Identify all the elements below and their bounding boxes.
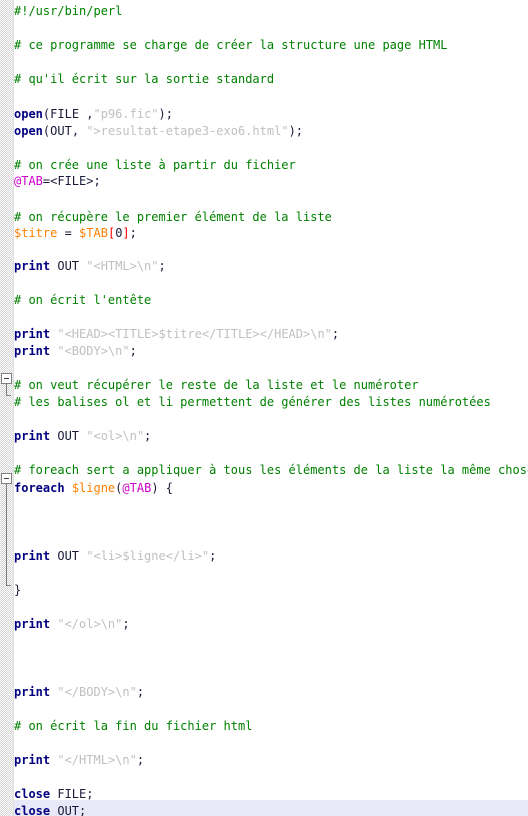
fold-bracket-line <box>6 384 7 395</box>
code-text-area[interactable]: #!/usr/bin/perl # ce programme se charge… <box>14 0 528 816</box>
token-kw: open <box>14 107 43 121</box>
code-line[interactable]: # ce programme se charge de créer la str… <box>14 34 447 57</box>
token-sc: $TAB <box>79 226 108 240</box>
token-arr: @TAB <box>14 174 43 188</box>
token-pl: ; <box>144 429 152 443</box>
token-str: "<ol>\n" <box>86 429 145 443</box>
code-line[interactable]: print "</HTML>\n"; <box>14 749 144 772</box>
token-pl: ; <box>129 226 137 240</box>
fold-margin-gutter[interactable] <box>0 0 13 816</box>
fold-foreach-block[interactable] <box>1 473 12 484</box>
token-str: ">resultat-etape3-exo6.html" <box>86 124 289 138</box>
token-pl: ; <box>209 549 217 563</box>
token-str: "<li>$ligne</li>" <box>86 549 210 563</box>
code-editor[interactable]: #!/usr/bin/perl # ce programme se charge… <box>0 0 528 816</box>
token-kw: close <box>14 804 51 816</box>
code-line[interactable]: # qu'il écrit sur la sortie standard <box>14 68 274 91</box>
token-str: "</ol>\n" <box>57 617 123 631</box>
token-pl: ); <box>158 107 173 121</box>
token-cm: # qu'il écrit sur la sortie standard <box>14 72 275 86</box>
code-line[interactable]: $titre = $TAB[0]; <box>14 222 137 245</box>
token-str: "</HTML>\n" <box>57 753 137 767</box>
token-sc: $ligne <box>71 481 116 495</box>
token-pl: = <box>57 226 80 240</box>
token-pl: ) { <box>151 481 173 495</box>
code-line[interactable]: print OUT "<li>$ligne</li>"; <box>14 545 216 568</box>
token-pl: OUT <box>50 549 87 563</box>
token-arr: @TAB <box>122 481 152 495</box>
token-str: "<BODY>\n" <box>57 344 130 358</box>
token-pl: ; <box>136 753 145 767</box>
token-str: "<HEAD><TITLE>$titre</TITLE></HEAD>\n" <box>57 327 332 341</box>
token-br: ] <box>122 226 130 240</box>
token-pl: } <box>14 583 22 597</box>
token-pl: ); <box>288 124 304 138</box>
token-cm: # on veut récupérer le reste de la liste… <box>14 378 419 392</box>
token-pl: =<FILE>; <box>42 174 101 188</box>
token-pl: ; <box>158 259 166 273</box>
token-kw: print <box>14 549 51 563</box>
code-line[interactable]: print "</ol>\n"; <box>14 613 130 636</box>
token-pl: OUT; <box>50 804 87 816</box>
token-kw: print <box>14 327 51 341</box>
token-kw: print <box>14 344 51 358</box>
token-pl: FILE , <box>50 107 94 121</box>
token-kw: print <box>14 429 51 443</box>
token-kw: close <box>14 787 51 801</box>
token-cm: #!/usr/bin/perl <box>14 4 123 18</box>
token-pl: ; <box>122 617 130 631</box>
token-str: "</BODY>\n" <box>57 685 137 699</box>
token-cm: # on écrit la fin du fichier html <box>14 719 253 733</box>
token-pl: FILE; <box>50 787 94 801</box>
code-line[interactable]: foreach $ligne(@TAB) { <box>14 477 173 500</box>
token-kw: print <box>14 753 51 767</box>
code-line[interactable]: #!/usr/bin/perl <box>14 0 122 23</box>
fold-bracket-line <box>6 484 7 585</box>
fold-bracket-foot <box>6 395 11 396</box>
token-kw: open <box>14 124 43 138</box>
fold-bracket-foot <box>6 585 11 586</box>
code-line[interactable]: # on écrit l'entête <box>14 289 151 312</box>
token-kw: foreach <box>14 481 65 495</box>
code-line[interactable]: print OUT "<HTML>\n"; <box>14 255 166 278</box>
token-str: "<HTML>\n" <box>86 259 159 273</box>
token-pl: ; <box>129 344 137 358</box>
code-line[interactable]: print OUT "<ol>\n"; <box>14 425 151 448</box>
code-line[interactable]: open(OUT, ">resultat-etape3-exo6.html"); <box>14 120 303 143</box>
token-cm: # ce programme se charge de créer la str… <box>14 38 448 52</box>
code-line[interactable]: close OUT; <box>14 800 528 816</box>
token-kw: print <box>14 617 51 631</box>
code-line[interactable]: @TAB=<FILE>; <box>14 170 101 193</box>
code-line[interactable]: # on écrit la fin du fichier html <box>14 715 252 738</box>
token-sc: $titre <box>14 226 58 240</box>
code-line[interactable]: print "<BODY>\n"; <box>14 340 137 363</box>
code-line[interactable]: print "</BODY>\n"; <box>14 681 144 704</box>
token-kw: print <box>14 685 51 699</box>
code-line[interactable]: # les balises ol et li permettent de gén… <box>14 391 491 414</box>
token-str: "p96.fic" <box>93 107 159 121</box>
token-pl: ; <box>331 327 340 341</box>
token-pl: OUT <box>50 429 87 443</box>
token-cm: # les balises ol et li permettent de gén… <box>14 395 491 409</box>
fold-comment-block[interactable] <box>1 373 12 384</box>
token-kw: print <box>14 259 51 273</box>
token-pl: OUT, <box>50 124 87 138</box>
token-pl: ; <box>136 685 145 699</box>
token-cm: # on écrit l'entête <box>14 293 152 307</box>
token-cm: # foreach sert a appliquer à tous les él… <box>14 463 528 477</box>
token-pl: OUT <box>50 259 87 273</box>
